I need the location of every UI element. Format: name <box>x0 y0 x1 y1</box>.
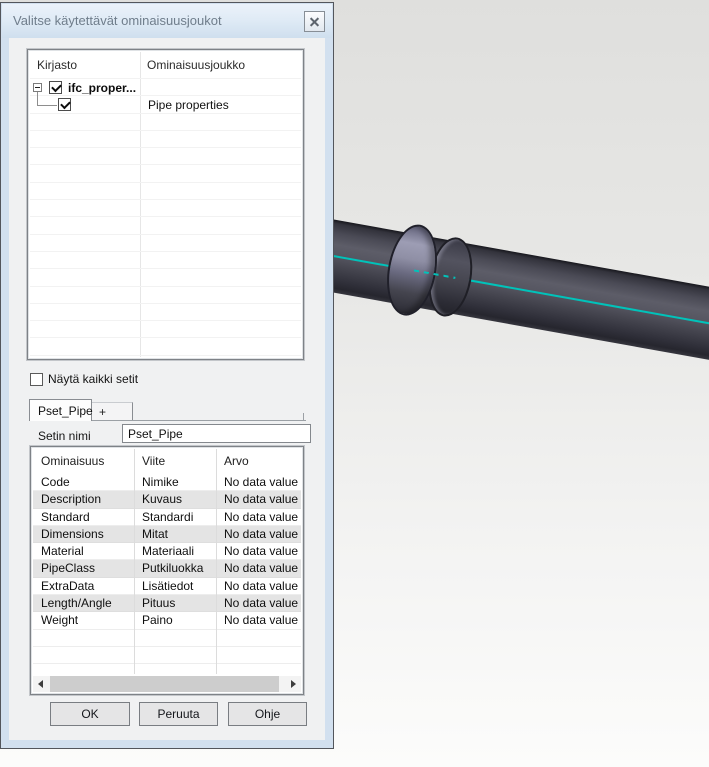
collapse-toggle[interactable] <box>33 83 42 92</box>
table-cell[interactable]: No data value f. <box>216 578 301 594</box>
scroll-left-button[interactable] <box>33 676 49 692</box>
tree-empty-row <box>30 148 301 165</box>
table-cell[interactable]: No data value f. <box>216 543 301 559</box>
table-header-reference: Viite <box>134 449 216 474</box>
show-all-sets-label: Näytä kaikki setit <box>48 373 138 386</box>
table-header-row: Ominaisuus Viite Arvo <box>33 449 301 474</box>
table-cell[interactable]: Paino <box>134 612 216 628</box>
table-cell[interactable]: Standardi <box>134 509 216 525</box>
scroll-right-icon <box>291 680 296 688</box>
tree-child-set-label: Pipe properties <box>148 98 229 112</box>
set-name-label: Setin nimi <box>38 429 91 443</box>
table-cell[interactable]: Mitat <box>134 526 216 542</box>
table-cell[interactable]: Putkiluokka <box>134 560 216 576</box>
table-cell[interactable]: Description <box>33 491 134 507</box>
table-cell[interactable]: No data value f. <box>216 509 301 525</box>
table-cell[interactable]: PipeClass <box>33 560 134 576</box>
table-cell[interactable]: Nimike <box>134 474 216 490</box>
table-cell[interactable]: No data value f. <box>216 474 301 490</box>
table-row[interactable]: Length/AnglePituusNo data value f. <box>33 595 301 612</box>
tree-empty-row <box>30 356 301 357</box>
tab-pset-pipe[interactable]: Pset_Pipe <box>29 399 92 421</box>
table-row[interactable]: CodeNimikeNo data value f. <box>33 474 301 491</box>
tree-connector-line <box>37 92 57 106</box>
table-cell[interactable]: Materiaali <box>134 543 216 559</box>
cancel-button[interactable]: Peruuta <box>139 702 218 726</box>
tree-column-header-library: Kirjasto <box>37 58 77 72</box>
tree-empty-row <box>30 200 301 217</box>
table-cell[interactable]: Material <box>33 543 134 559</box>
table-cell[interactable]: Pituus <box>134 595 216 611</box>
tree-empty-row <box>30 235 301 252</box>
property-set-tree[interactable]: Kirjasto Ominaisuusjoukko ifc_proper... <box>27 49 304 360</box>
table-row[interactable]: WeightPainoNo data value f. <box>33 612 301 629</box>
properties-table[interactable]: Ominaisuus Viite Arvo CodeNimikeNo data … <box>30 446 304 695</box>
table-row[interactable]: StandardStandardiNo data value f. <box>33 509 301 526</box>
minus-icon <box>35 87 40 88</box>
titlebar[interactable]: Valitse käytettävät ominaisuusjoukot <box>2 4 332 38</box>
table-header-value: Arvo <box>216 449 301 474</box>
tree-rows: ifc_proper... Pipe properties <box>30 78 301 357</box>
table-empty-row <box>33 664 301 674</box>
table-cell[interactable]: Kuvaus <box>134 491 216 507</box>
dialog-client-area: Kirjasto Ominaisuusjoukko ifc_proper... <box>9 38 325 740</box>
tab-pane-border-tick <box>303 413 304 421</box>
scroll-right-button[interactable] <box>285 676 301 692</box>
tree-root-row[interactable]: ifc_proper... <box>30 79 301 96</box>
tree-column-header-set: Ominaisuusjoukko <box>147 58 245 72</box>
table-cell[interactable]: No data value f. <box>216 560 301 576</box>
table-row[interactable]: DescriptionKuvausNo data value f. <box>33 491 301 508</box>
tab-add-new[interactable]: + <box>92 402 133 420</box>
tree-empty-row <box>30 183 301 200</box>
table-cell[interactable]: No data value f. <box>216 612 301 628</box>
table-body: CodeNimikeNo data value f.DescriptionKuv… <box>33 474 301 674</box>
tree-empty-row <box>30 252 301 269</box>
tree-empty-row <box>30 287 301 304</box>
table-cell[interactable]: No data value f. <box>216 595 301 611</box>
table-cell[interactable]: Dimensions <box>33 526 134 542</box>
table-row[interactable]: ExtraDataLisätiedotNo data value f. <box>33 578 301 595</box>
table-header-property: Ominaisuus <box>33 449 134 474</box>
scroll-left-icon <box>38 680 43 688</box>
tree-empty-row <box>30 114 301 131</box>
tree-root-label: ifc_proper... <box>68 81 136 95</box>
h-scrollbar[interactable] <box>33 676 301 692</box>
help-button[interactable]: Ohje <box>228 702 307 726</box>
tree-empty-row <box>30 269 301 286</box>
table-row[interactable]: DimensionsMitatNo data value f. <box>33 526 301 543</box>
tree-empty-row <box>30 217 301 234</box>
table-column-divider <box>216 449 217 674</box>
show-all-sets-checkbox[interactable] <box>30 373 43 386</box>
set-name-input[interactable] <box>122 424 311 443</box>
pipe-model[interactable] <box>296 205 709 380</box>
table-empty-row <box>33 630 301 647</box>
close-button[interactable] <box>304 11 325 32</box>
dialog-title: Valitse käytettävät ominaisuusjoukot <box>13 13 222 28</box>
table-cell[interactable]: Lisätiedot <box>134 578 216 594</box>
table-row[interactable]: PipeClassPutkiluokkaNo data value f. <box>33 560 301 577</box>
table-column-divider <box>134 449 135 674</box>
property-sets-dialog: Valitse käytettävät ominaisuusjoukot Kir… <box>0 2 334 749</box>
tree-empty-row <box>30 165 301 182</box>
table-cell[interactable]: Code <box>33 474 134 490</box>
tree-empty-row <box>30 338 301 355</box>
check-icon <box>51 82 62 93</box>
check-icon <box>60 99 71 110</box>
tree-child-row[interactable]: Pipe properties <box>30 96 301 113</box>
scroll-thumb[interactable] <box>50 676 279 692</box>
table-row[interactable]: MaterialMateriaaliNo data value f. <box>33 543 301 560</box>
table-cell[interactable]: Length/Angle <box>33 595 134 611</box>
table-cell[interactable]: ExtraData <box>33 578 134 594</box>
table-cell[interactable]: Standard <box>33 509 134 525</box>
table-empty-row <box>33 647 301 664</box>
tree-empty-row <box>30 131 301 148</box>
ok-button[interactable]: OK <box>50 702 130 726</box>
table-cell[interactable]: No data value f. <box>216 526 301 542</box>
table-cell[interactable]: Weight <box>33 612 134 628</box>
tree-empty-row <box>30 304 301 321</box>
child-checkbox[interactable] <box>58 98 71 111</box>
table-cell[interactable]: No data value f. <box>216 491 301 507</box>
pipe-body[interactable] <box>297 215 709 370</box>
tree-empty-row <box>30 321 301 338</box>
